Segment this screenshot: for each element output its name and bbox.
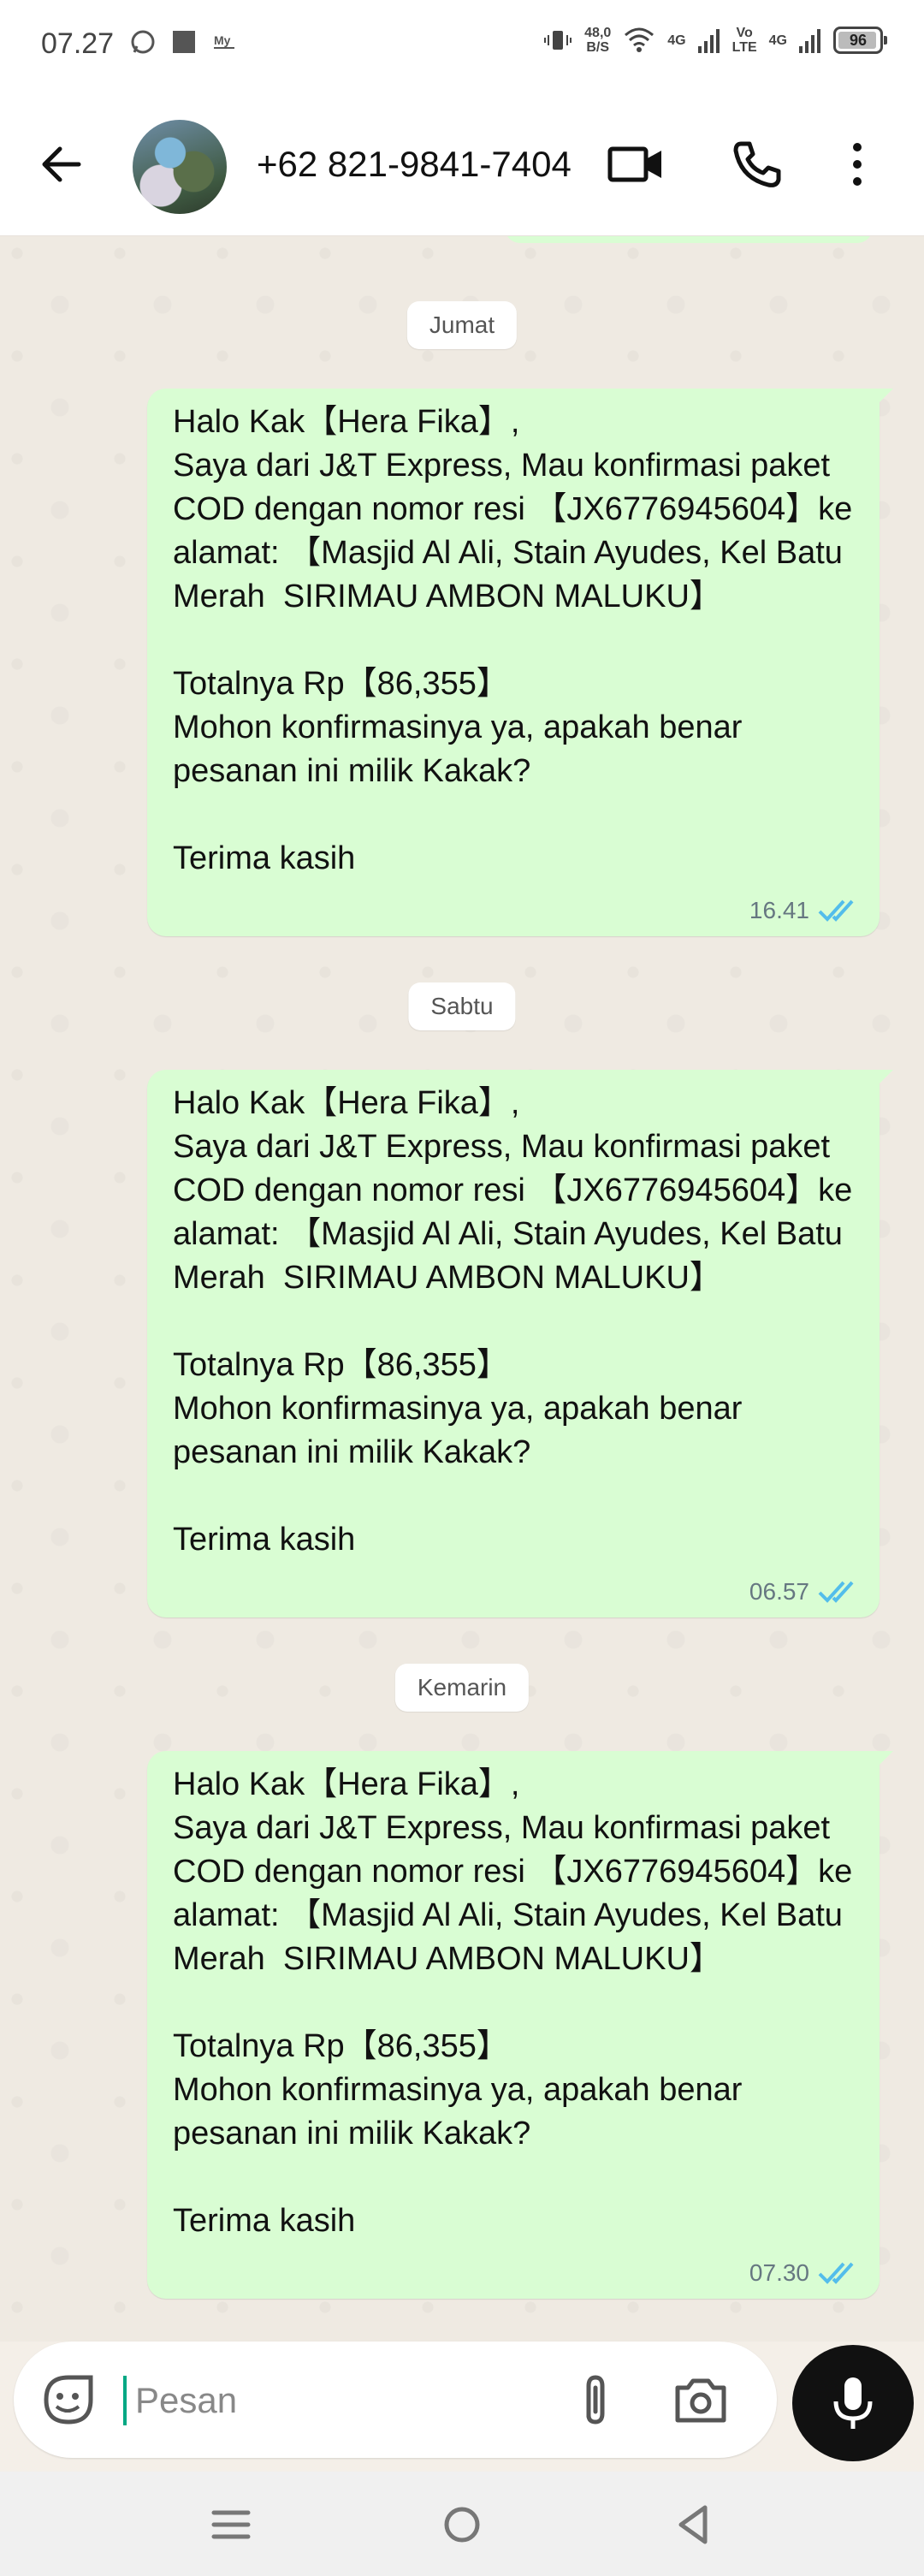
- video-call-icon[interactable]: [607, 139, 664, 190]
- wifi-icon: [625, 27, 654, 52]
- attach-icon[interactable]: [570, 2372, 621, 2427]
- network-type-1: 4G: [667, 33, 686, 48]
- message-time: 16.41: [749, 897, 809, 923]
- message-composer: [14, 2342, 777, 2458]
- double-check-icon: [818, 2262, 854, 2284]
- message-text: Halo Kak【Hera Fika】, Saya dari J&T Expre…: [173, 1766, 853, 2239]
- message-time: 07.30: [749, 2259, 809, 2286]
- message-bubble[interactable]: Halo Kak【Hera Fika】, Saya dari J&T Expre…: [147, 389, 893, 936]
- date-chip: Sabtu: [408, 982, 516, 1030]
- message-text: Halo Kak【Hera Fika】, Saya dari J&T Expre…: [173, 404, 853, 876]
- back-arrow-icon[interactable]: [34, 137, 89, 192]
- home-icon[interactable]: [435, 2497, 489, 2552]
- message-text: Halo Kak【Hera Fika】, Saya dari J&T Expre…: [173, 1085, 853, 1558]
- message-input[interactable]: [133, 2372, 565, 2429]
- mic-icon: [833, 2377, 873, 2429]
- whatsapp-notification-icon: [131, 30, 155, 54]
- double-check-icon: [818, 899, 854, 922]
- recent-apps-icon[interactable]: [204, 2497, 258, 2552]
- vibrate-icon: [544, 31, 572, 50]
- system-nav-bar: [0, 2472, 924, 2576]
- net-speed: 48,0 B/S: [584, 26, 612, 55]
- date-chip: Jumat: [406, 301, 518, 349]
- status-time: 07.27: [41, 27, 115, 60]
- message-bubble[interactable]: Halo Kak【Hera Fika】, Saya dari J&T Expre…: [147, 1751, 893, 2299]
- message-time: 06.57: [749, 1578, 809, 1605]
- camera-icon[interactable]: [672, 2372, 729, 2427]
- phone-call-icon[interactable]: [729, 139, 785, 190]
- text-cursor: [123, 2376, 127, 2425]
- app-notification-icon: [173, 31, 195, 53]
- myim3-notification-icon: My: [214, 33, 234, 49]
- nav-back-icon[interactable]: [666, 2497, 720, 2552]
- message-bubble[interactable]: Halo Kak【Hera Fika】, Saya dari J&T Expre…: [147, 1070, 893, 1617]
- avatar[interactable]: [133, 120, 227, 214]
- mic-button[interactable]: [792, 2345, 914, 2461]
- previous-message-bubble[interactable]: [505, 236, 873, 243]
- more-options-icon[interactable]: [840, 139, 874, 190]
- sticker-icon[interactable]: [39, 2371, 98, 2429]
- network-type-2: 4G: [768, 33, 787, 48]
- status-bar: 07.27 My 48,0 B/S 4G Vo LTE 4G 96: [0, 0, 924, 94]
- signal-icon-2: [799, 29, 820, 53]
- signal-icon-1: [697, 29, 720, 53]
- chat-header: +62 821-9841-7404: [0, 94, 924, 236]
- svg-text:My: My: [214, 33, 231, 47]
- chat-area[interactable]: Jumat Halo Kak【Hera Fika】, Saya dari J&T…: [0, 236, 924, 2342]
- contact-name[interactable]: +62 821-9841-7404: [257, 144, 572, 185]
- volte-indicator: Vo LTE: [732, 26, 757, 55]
- battery-indicator: 96: [833, 27, 887, 54]
- date-chip: Kemarin: [394, 1664, 530, 1712]
- double-check-icon: [818, 1581, 854, 1603]
